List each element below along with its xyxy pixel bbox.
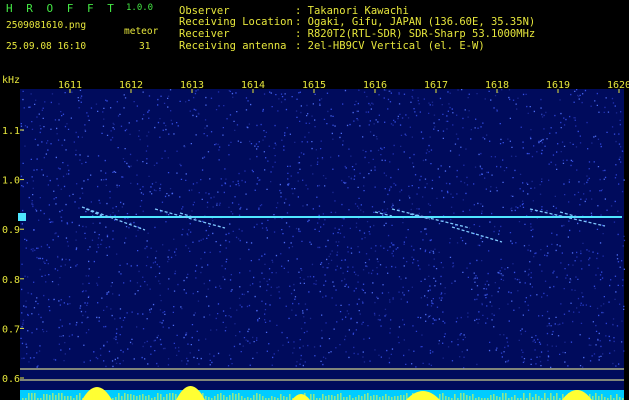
antenna-label: Receiving antenna: [179, 40, 287, 52]
observer-value: : Takanori Kawachi: [295, 5, 409, 17]
freq-tick-label: 1.0: [2, 176, 20, 187]
receiver-value: : R820T2(RTL-SDR) SDR-Sharp 53.1000MHz: [295, 28, 536, 40]
file-name: 2509081610.png: [6, 20, 87, 31]
freq-tick-label: 0.7: [2, 324, 20, 335]
freq-tick-label: 0.6: [2, 374, 20, 385]
location-label: Receiving Location: [179, 16, 293, 28]
time-tick-label: 1616: [363, 80, 387, 91]
receiver-label: Receiver: [179, 28, 230, 40]
timestamp: 25.09.08 16:10: [6, 41, 87, 52]
detection-count: 31: [139, 41, 151, 52]
detection-label: meteor: [124, 26, 159, 37]
time-tick-label: 1612: [119, 80, 143, 91]
spectrogram-background: [20, 89, 624, 400]
time-tick-label: 1611: [58, 80, 82, 91]
freq-tick-label: 1.1: [2, 126, 20, 137]
time-tick-label: 1620: [607, 80, 629, 91]
time-tick-label: 1615: [302, 80, 326, 91]
time-tick-label: 1618: [485, 80, 509, 91]
time-tick-label: 1613: [180, 80, 204, 91]
app-version: 1.0.0: [126, 3, 154, 13]
freq-unit-label: kHz: [2, 75, 20, 86]
app-title: H R O F F T: [6, 2, 118, 15]
carrier-marker: [18, 213, 26, 221]
time-tick-label: 1619: [546, 80, 570, 91]
spectrogram: kHz 1611 1612 1613 1614 1615 1616 1617 1618 1619…: [2, 75, 629, 400]
freq-tick-label: 0.9: [2, 225, 20, 236]
time-tick-label: 1617: [424, 80, 448, 91]
location-value: : Ogaki, Gifu, JAPAN (136.60E, 35.35N): [295, 16, 536, 28]
time-tick-label: 1614: [241, 80, 265, 91]
freq-tick-label: 0.8: [2, 275, 20, 286]
observer-label: Observer: [179, 5, 230, 17]
antenna-value: : 2el-HB9CV Vertical (el. E-W): [295, 40, 485, 52]
